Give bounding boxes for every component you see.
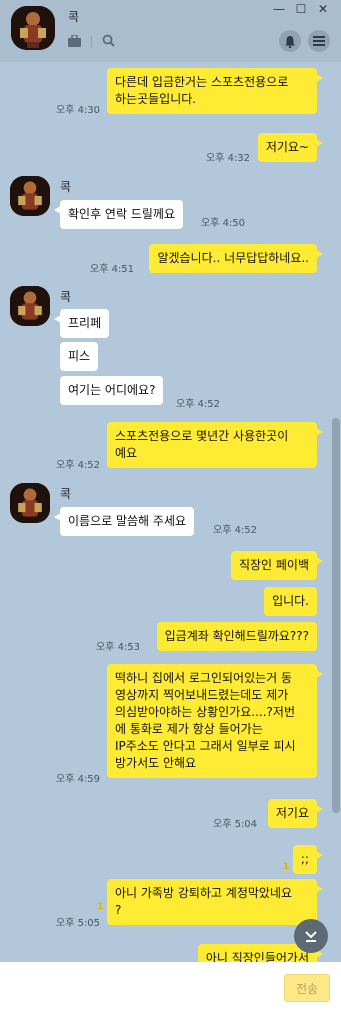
their-message-bubble: 이름으로 말씀해 주세요 (53, 507, 195, 536)
message-time: 오후 4:52 (56, 460, 101, 471)
sender-name: 콕 (60, 290, 72, 304)
chat-header: 콕 — ☐ ✕ (0, 0, 341, 62)
profile-avatar[interactable] (11, 6, 55, 50)
sender-avatar[interactable] (10, 176, 50, 216)
their-message-bubble: 피스 (60, 342, 99, 371)
unread-count: 1 (97, 902, 104, 912)
my-message-bubble: 떡하니 집에서 로그인되어있는거 동 영상까지 찍어보내드렸는데도 제가 의심받… (107, 664, 323, 778)
my-message-bubble: 입니다. (264, 587, 317, 616)
message-time: 오후 5:04 (213, 819, 258, 830)
my-message-bubble: 입금계좌 확인해드릴까요??? (156, 622, 317, 651)
message-time: 오후 4:30 (56, 105, 101, 116)
message-time: 오후 4:51 (90, 264, 135, 275)
maximize-button[interactable]: ☐ (295, 2, 307, 16)
my-message-bubble: 아니 가족방 강퇴하고 계정막았네요 ? (107, 879, 323, 925)
their-message-bubble: 확인후 연락 드릴께요 (54, 200, 183, 229)
send-button[interactable]: 전송 (284, 974, 330, 1002)
message-input[interactable] (8, 970, 278, 1014)
message-time: 오후 4:50 (201, 218, 246, 229)
their-message-bubble: 프리페 (53, 309, 110, 338)
divider (91, 36, 92, 48)
chat-title: 콕 (68, 10, 80, 24)
sender-avatar[interactable] (10, 286, 50, 326)
message-time: 오후 5:05 (56, 918, 101, 929)
bell-icon[interactable] (279, 30, 301, 52)
my-message-bubble: 알겠습니다.. 너무답답하네요.. (149, 244, 323, 273)
my-message-bubble: 다른데 입금한거는 스포츠전용으로 하는곳들입니다. (107, 68, 323, 114)
message-time: 오후 4:59 (56, 774, 101, 785)
message-time: 오후 4:53 (96, 642, 141, 653)
my-message-bubble: ;; (292, 845, 324, 874)
my-message-bubble: 저기요~ (257, 133, 324, 162)
message-time: 오후 4:52 (213, 525, 258, 536)
sender-avatar[interactable] (10, 483, 50, 523)
scrollbar-thumb[interactable] (332, 418, 340, 813)
menu-icon[interactable] (308, 30, 330, 52)
search-icon[interactable] (102, 34, 115, 50)
sender-name: 콕 (60, 180, 72, 194)
unread-count: 1 (283, 862, 290, 872)
my-message-bubble: 스포츠전용으로 몇년간 사용한곳이 예요 (107, 422, 323, 468)
chevron-down-icon[interactable] (294, 919, 328, 953)
sender-name: 콕 (60, 487, 72, 501)
folder-icon[interactable] (68, 33, 81, 50)
my-message-bubble: 저기요 (267, 799, 324, 828)
their-message-bubble: 여기는 어디에요? (60, 376, 164, 405)
message-time: 오후 4:52 (176, 399, 221, 410)
my-message-bubble: 직장인 페이백 (230, 551, 324, 580)
message-time: 오후 4:32 (206, 153, 251, 164)
close-button[interactable]: ✕ (317, 2, 329, 16)
minimize-button[interactable]: — (273, 2, 285, 16)
